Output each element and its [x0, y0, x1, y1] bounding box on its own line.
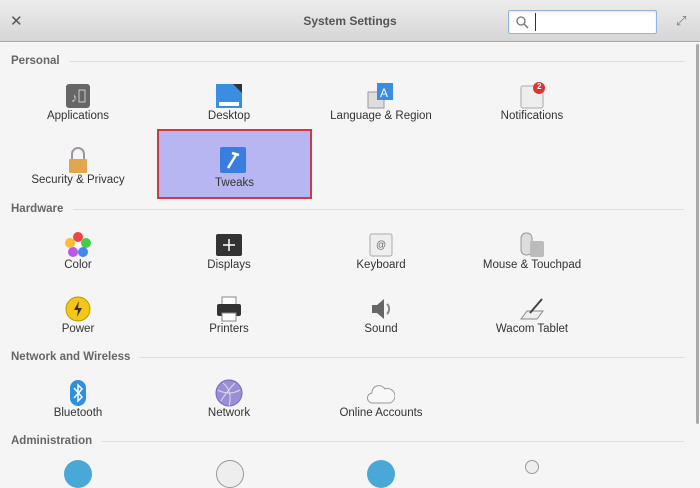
item-wacom-tablet[interactable]: Wacom Tablet: [457, 293, 607, 355]
printer-icon: [217, 296, 241, 322]
divider: [69, 60, 684, 62]
bluetooth-icon: [70, 380, 86, 406]
item-label: Color: [64, 259, 92, 271]
item-label: Wacom Tablet: [495, 323, 569, 335]
item-language-region[interactable]: A Language & Region: [306, 80, 456, 142]
lock-icon: [69, 147, 87, 173]
language-icon: A: [367, 83, 393, 109]
section-hardware: Hardware: [11, 202, 684, 216]
item-keyboard[interactable]: @ Keyboard: [306, 229, 456, 291]
item-label: Desktop: [207, 110, 251, 122]
search-field[interactable]: [508, 10, 657, 34]
search-input[interactable]: [535, 13, 653, 31]
cloud-icon: [367, 385, 395, 404]
item-label: Sound: [364, 323, 398, 335]
item-displays[interactable]: Displays: [154, 229, 304, 291]
svg-text:A: A: [380, 86, 388, 100]
speaker-icon: [372, 299, 391, 319]
item-label: Notifications: [500, 110, 564, 122]
section-personal: Personal: [11, 54, 684, 68]
tweaks-icon: [220, 147, 246, 173]
admin-icon-partial[interactable]: [367, 460, 395, 488]
item-label: Power: [61, 323, 95, 335]
item-online-accounts[interactable]: Online Accounts: [306, 377, 456, 439]
section-title: Personal: [11, 55, 60, 67]
applications-icon: ♪: [66, 84, 90, 108]
item-label: Language & Region: [330, 110, 432, 122]
item-sound[interactable]: Sound: [306, 293, 456, 355]
notification-badge: 2: [537, 82, 542, 91]
item-label: Tweaks: [215, 177, 254, 189]
divider: [140, 356, 684, 358]
item-color[interactable]: Color: [3, 229, 153, 291]
section-administration: Administration: [11, 434, 684, 448]
item-label: Bluetooth: [53, 407, 103, 419]
title-bar: ✕ System Settings ⤢: [0, 0, 700, 42]
admin-icon-partial[interactable]: [64, 460, 92, 488]
notifications-icon: [520, 82, 545, 109]
item-security-privacy[interactable]: Security & Privacy: [3, 144, 153, 206]
divider: [73, 208, 684, 210]
item-label: Displays: [207, 259, 251, 271]
color-icon: [65, 232, 91, 257]
item-power[interactable]: Power: [3, 293, 153, 355]
item-network[interactable]: Network: [154, 377, 304, 439]
section-title: Hardware: [11, 203, 64, 215]
item-label: Keyboard: [356, 259, 406, 271]
admin-icon-partial[interactable]: [525, 460, 539, 474]
item-mouse-touchpad[interactable]: Mouse & Touchpad: [457, 229, 607, 291]
keyboard-icon: @: [369, 233, 393, 257]
network-icon: [215, 379, 243, 407]
item-label: Network: [207, 407, 251, 419]
item-label: Mouse & Touchpad: [482, 259, 582, 271]
item-label: Printers: [209, 323, 249, 335]
item-label: Applications: [46, 110, 109, 122]
desktop-icon: [216, 84, 242, 108]
displays-icon: [216, 234, 242, 256]
maximize-icon[interactable]: ⤢: [676, 13, 686, 29]
mouse-icon: [520, 232, 544, 257]
section-title: Network and Wireless: [11, 351, 131, 363]
item-label: Security & Privacy: [31, 174, 125, 186]
svg-text:♪: ♪: [71, 90, 78, 105]
scrollbar[interactable]: [696, 44, 699, 424]
admin-icon-partial[interactable]: [216, 460, 244, 488]
section-title: Administration: [11, 435, 93, 447]
divider: [102, 440, 684, 442]
item-notifications[interactable]: 2 Notifications: [457, 80, 607, 142]
tablet-icon: [520, 298, 544, 320]
search-icon: [516, 16, 529, 29]
section-network-wireless: Network and Wireless: [11, 350, 684, 364]
item-bluetooth[interactable]: Bluetooth: [3, 377, 153, 439]
item-printers[interactable]: Printers: [154, 293, 304, 355]
item-applications[interactable]: ♪ Applications: [3, 80, 153, 142]
item-label: Online Accounts: [339, 407, 423, 419]
svg-text:@: @: [376, 240, 386, 251]
power-icon: [65, 296, 91, 322]
item-tweaks[interactable]: Tweaks: [157, 129, 312, 199]
